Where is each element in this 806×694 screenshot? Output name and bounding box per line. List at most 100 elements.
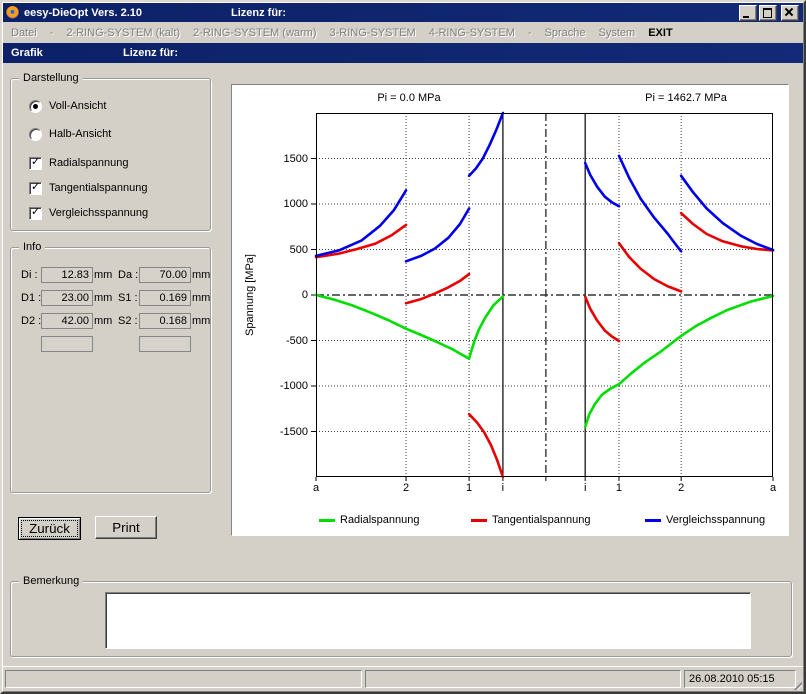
checkbox-icon [29,182,42,195]
application-window: { "window": { "title": "eesy-DieOpt Vers… [0,0,806,694]
field-s1: S1 : 0.169 mm [118,290,208,306]
field-label: S2 : [118,313,138,329]
legend-label: Tangentialspannung [492,514,590,526]
curve-tangentialspannung [619,243,681,291]
curve-radialspannung [316,295,503,359]
y-tick-label: -500 [262,334,308,348]
field-label: S1 : [118,290,138,306]
x-tick-label: 2 [396,481,416,495]
field-value: 23.00 [41,290,93,306]
field-value [139,336,191,352]
radio-voll-ansicht[interactable]: Voll-Ansicht [29,99,106,113]
darstellung-group-title: Darstellung [19,71,83,85]
menu-item-exit[interactable]: EXIT [648,27,672,39]
checkbox-icon [29,207,42,220]
y-tick-label: 0 [262,288,308,302]
curve-vergleichsspannung [681,176,773,250]
bemerkung-textarea[interactable] [105,592,751,649]
x-tick-label: a [306,481,326,495]
radio-halb-ansicht[interactable]: Halb-Ansicht [29,127,111,141]
window-title: eesy-DieOpt Vers. 2.10 [24,7,142,19]
y-tick-label: -1500 [262,425,308,439]
legend-color-vergleich [645,519,661,522]
close-button[interactable] [781,5,799,21]
title-license-label: Lizenz für: [231,7,286,19]
title-bar: eesy-DieOpt Vers. 2.10 Lizenz für: [3,3,803,22]
y-tick-label: 500 [262,243,308,257]
checkbox-tangentialspannung[interactable]: Tangentialspannung [29,181,147,195]
page-title: Grafik [11,47,43,59]
legend-item-vergleichsspannung: Vergleichsspannung [645,513,765,527]
menu-bar: Datei-2-RING-SYSTEM (kalt)2-RING-SYSTEM … [3,22,803,43]
curve-radialspannung [585,296,773,427]
info-group-title: Info [19,240,45,254]
checkbox-label: Tangentialspannung [49,182,147,194]
y-tick-label: 1000 [262,197,308,211]
legend-color-tangential [471,519,487,522]
status-bar: 26.08.2010 05:15 [3,666,803,691]
radio-icon [29,100,42,113]
menu-item-4-ring-system: 4-RING-SYSTEM [429,27,515,39]
menu-item-2-ring-system-warm: 2-RING-SYSTEM (warm) [193,27,316,39]
maximize-icon [763,8,772,18]
print-button[interactable]: Print [95,516,157,539]
maximize-button[interactable] [759,5,777,21]
bemerkung-group-title: Bemerkung [19,574,83,588]
curve-tangentialspannung [469,414,503,477]
status-datetime: 26.08.2010 05:15 [684,670,796,688]
checkbox-icon [29,157,42,170]
field-value: 0.169 [139,290,191,306]
minimize-icon [743,16,749,18]
field-value: 42.00 [41,313,93,329]
field-di: Di : 12.83 mm [21,267,111,283]
y-tick-label: 1500 [262,152,308,166]
field-value [41,336,93,352]
menu-item-system: System [599,27,636,39]
field-value: 0.168 [139,313,191,329]
radio-label: Halb-Ansicht [49,128,111,140]
checkbox-vergleichsspannung[interactable]: Vergleichsspannung [29,206,148,220]
field-unit: mm [192,267,210,283]
x-tick-label: 1 [459,481,479,495]
field-da: Da : 70.00 mm [118,267,208,283]
stress-plot [316,113,773,477]
legend-item-radialspannung: Radialspannung [319,513,420,527]
field-unit: mm [192,290,210,306]
legend-label: Radialspannung [340,514,420,526]
chart-panel: Pi = 0.0 MPa Pi = 1462.7 MPa Spannung [M… [231,84,789,536]
curve-tangentialspannung [585,297,619,341]
field-label: Da : [118,267,138,283]
status-panel-2 [365,670,681,688]
menu-item-: - [50,27,54,39]
curve-tangentialspannung [406,274,469,303]
checkbox-radialspannung[interactable]: Radialspannung [29,156,129,170]
zurueck-button[interactable]: Zurück [18,517,81,540]
field-value: 12.83 [41,267,93,283]
bemerkung-groupbox: Bemerkung [10,581,792,657]
close-icon [784,7,794,17]
curve-vergleichsspannung [585,163,619,206]
field-s2: S2 : 0.168 mm [118,313,208,329]
field-empty-right [118,336,208,352]
menu-item-2-ring-system-kalt: 2-RING-SYSTEM (kalt) [66,27,180,39]
subheader-license-label: Lizenz für: [123,47,178,59]
field-unit: mm [94,290,112,306]
menu-item-3-ring-system: 3-RING-SYSTEM [330,27,416,39]
field-empty-left [21,336,111,352]
y-tick-label: -1000 [262,379,308,393]
chart-title-right: Pi = 1462.7 MPa [566,92,806,104]
field-unit: mm [192,313,210,329]
checkbox-label: Vergleichsspannung [49,207,148,219]
x-tick-label: 1 [609,481,629,495]
radio-icon [29,128,42,141]
info-groupbox: Info Di : 12.83 mm Da : 70.00 mm D1 : 23… [10,247,211,493]
minimize-button[interactable] [739,5,757,21]
x-tick-label: 2 [671,481,691,495]
field-value: 70.00 [139,267,191,283]
status-panel-1 [5,670,362,688]
darstellung-groupbox: Darstellung Voll-Ansicht Halb-Ansicht Ra… [10,78,211,231]
sub-title-bar: Grafik Lizenz für: [3,43,803,63]
x-tick-label: a [763,481,783,495]
legend-color-radial [319,519,335,522]
field-label: D1 : [21,290,41,306]
